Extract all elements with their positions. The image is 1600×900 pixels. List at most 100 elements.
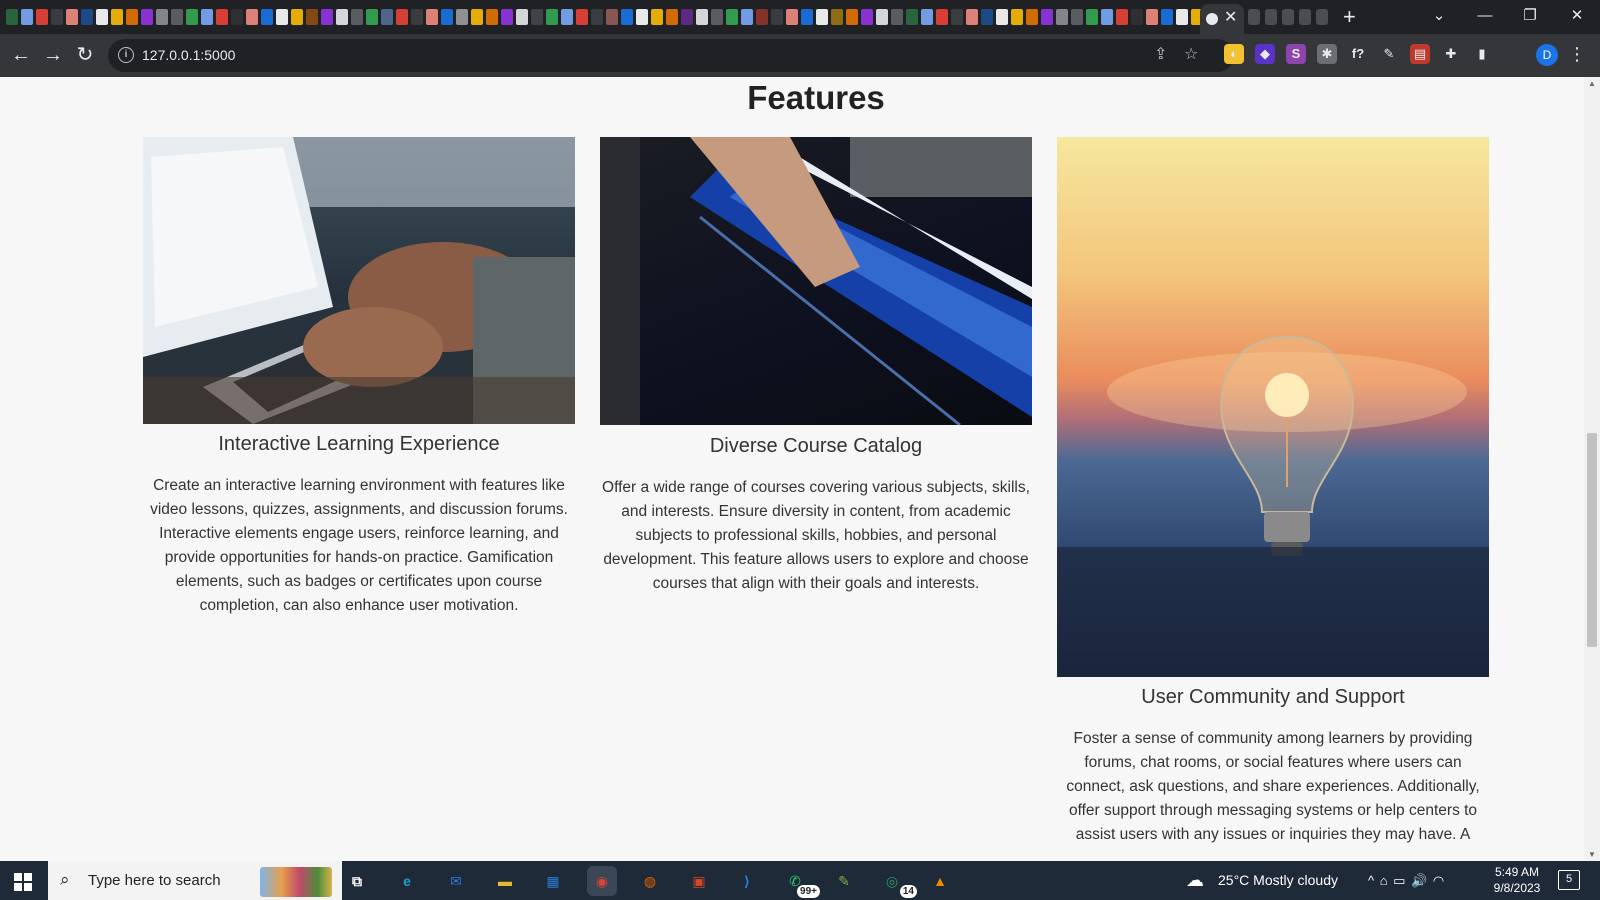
vscode-icon[interactable]: ⟩ xyxy=(732,866,762,896)
pinned-tab-favicon-icon[interactable] xyxy=(96,9,108,25)
share-icon[interactable]: ⇪ xyxy=(1154,45,1167,65)
scroll-down-icon[interactable]: ▼ xyxy=(1584,850,1600,859)
weather-text[interactable]: 25°C Mostly cloudy xyxy=(1218,861,1338,900)
pinned-tab-favicon-icon[interactable] xyxy=(651,9,663,25)
pinned-tab-favicon-icon[interactable] xyxy=(966,9,978,25)
pinned-tab-favicon-icon[interactable] xyxy=(591,9,603,25)
pinned-tab-favicon-icon[interactable] xyxy=(1161,9,1173,25)
note-ext-icon[interactable]: ▤ xyxy=(1410,44,1430,64)
pinned-tab-favicon-icon[interactable] xyxy=(51,9,63,25)
browser-menu-icon[interactable]: ⋮ xyxy=(1568,43,1586,65)
firefox-icon[interactable]: ◍ xyxy=(635,866,665,896)
pinned-tab-favicon-icon[interactable] xyxy=(231,9,243,25)
pinned-tab-favicon-icon[interactable] xyxy=(246,9,258,25)
pinned-tab-favicon-icon[interactable] xyxy=(1011,9,1023,25)
pinned-tab-favicon-icon[interactable] xyxy=(186,9,198,25)
pinned-tab-favicon-icon[interactable] xyxy=(861,9,873,25)
windows-start-icon[interactable] xyxy=(14,873,32,891)
pinned-tab-favicon-icon[interactable] xyxy=(786,9,798,25)
pinned-tab-favicon-icon[interactable] xyxy=(276,9,288,25)
pen-ext-icon[interactable]: ✎ xyxy=(1379,44,1399,64)
pinned-tabs[interactable] xyxy=(6,7,1228,27)
search-placeholder[interactable]: Type here to search xyxy=(88,872,221,889)
pinned-tab-favicon-icon[interactable] xyxy=(501,9,513,25)
pinned-tab-favicon-icon[interactable] xyxy=(636,9,648,25)
pinned-tab-favicon-icon[interactable] xyxy=(816,9,828,25)
pinned-tab-favicon-icon[interactable] xyxy=(1056,9,1068,25)
chrome-icon[interactable]: ◉ xyxy=(587,866,617,896)
whatsapp-icon[interactable]: ✆ 99+ xyxy=(780,866,820,898)
office-icon[interactable]: ▣ xyxy=(684,866,714,896)
edge-icon[interactable]: e xyxy=(392,866,422,896)
pinned-tab-favicon-icon[interactable] xyxy=(891,9,903,25)
pinned-tab-favicon-icon[interactable] xyxy=(36,9,48,25)
new-tab-button[interactable]: + xyxy=(1343,4,1356,30)
chrome-ext-icon[interactable]: ◐ xyxy=(1224,44,1244,64)
pinned-tab-favicon-icon[interactable] xyxy=(681,9,693,25)
notepad-icon[interactable]: ✎ xyxy=(829,866,859,896)
pinned-tab-favicon-icon[interactable] xyxy=(1086,9,1098,25)
pinned-tab-favicon-icon[interactable] xyxy=(981,9,993,25)
pinned-tab-favicon-icon[interactable] xyxy=(1176,9,1188,25)
address-bar[interactable]: i 127.0.0.1:5000 ⇪ ☆ xyxy=(108,39,1234,72)
pinned-tab-favicon-icon[interactable] xyxy=(711,9,723,25)
weather-icon[interactable]: ☁ xyxy=(1186,861,1208,900)
pinned-tab-favicon-icon[interactable] xyxy=(921,9,933,25)
pinned-tab-favicon-icon[interactable] xyxy=(396,9,408,25)
pinned-tab-favicon-icon[interactable] xyxy=(531,9,543,25)
sidepanel-ext-icon[interactable]: ▮ xyxy=(1472,44,1492,64)
forward-button[interactable]: → xyxy=(40,42,66,68)
pinned-tab-favicon-icon[interactable] xyxy=(21,9,33,25)
mail-icon[interactable]: ✉ xyxy=(441,866,471,896)
app-icon[interactable]: ◎ 14 xyxy=(877,866,917,898)
pinned-tab-favicon-icon[interactable] xyxy=(126,9,138,25)
pinned-tab-favicon-icon[interactable] xyxy=(111,9,123,25)
s-ext-icon[interactable]: S xyxy=(1286,44,1306,64)
pinned-tab-favicon-icon[interactable] xyxy=(471,9,483,25)
pinned-tab-favicon-icon[interactable] xyxy=(216,9,228,25)
pinned-tab-favicon-icon[interactable] xyxy=(846,9,858,25)
tab-close-icon[interactable]: ✕ xyxy=(1224,9,1237,27)
pinned-tab-favicon-icon[interactable] xyxy=(1041,9,1053,25)
pinned-tab-favicon-icon[interactable] xyxy=(261,9,273,25)
pinned-tab-favicon-icon[interactable] xyxy=(291,9,303,25)
pinned-tab-favicon-icon[interactable] xyxy=(156,9,168,25)
formula-ext-icon[interactable]: f? xyxy=(1348,44,1368,64)
back-button[interactable]: ← xyxy=(8,42,34,68)
pinned-tab-favicon-icon[interactable] xyxy=(381,9,393,25)
more-tabs[interactable] xyxy=(1248,9,1328,25)
notification-center-icon[interactable]: 5 xyxy=(1558,870,1580,890)
task-view-icon[interactable]: ⧉ xyxy=(342,866,372,896)
pinned-tab-favicon-icon[interactable] xyxy=(486,9,498,25)
pinned-tab-favicon-icon[interactable] xyxy=(201,9,213,25)
tab-search-button[interactable]: ⌄ xyxy=(1424,4,1454,28)
file-explorer-icon[interactable]: ▬ xyxy=(490,866,520,896)
close-window-button[interactable]: ✕ xyxy=(1562,4,1592,28)
pinned-tab-favicon-icon[interactable] xyxy=(6,9,18,25)
site-info-icon[interactable]: i xyxy=(118,47,134,63)
pinned-tab-favicon-icon[interactable] xyxy=(741,9,753,25)
pinned-tab-favicon-icon[interactable] xyxy=(906,9,918,25)
pinned-tab-favicon-icon[interactable] xyxy=(411,9,423,25)
pinned-tab-favicon-icon[interactable] xyxy=(1146,9,1158,25)
search-highlight-icon[interactable] xyxy=(260,867,332,897)
store-icon[interactable]: ▦ xyxy=(538,866,568,896)
taskbar-clock[interactable]: 5:49 AM 9/8/2023 xyxy=(1486,864,1548,896)
pinned-tab-favicon-icon[interactable] xyxy=(351,9,363,25)
pinned-tab-favicon-icon[interactable] xyxy=(1116,9,1128,25)
pinned-tab-favicon-icon[interactable] xyxy=(516,9,528,25)
restore-button[interactable]: ❐ xyxy=(1515,4,1545,28)
pinned-tab-favicon-icon[interactable] xyxy=(306,9,318,25)
pinned-tab-favicon-icon[interactable] xyxy=(951,9,963,25)
system-tray-icons[interactable]: ^ ⌂ ▭ 🔊 ◠ xyxy=(1368,861,1445,900)
pinned-tab-favicon-icon[interactable] xyxy=(801,9,813,25)
pinned-tab-favicon-icon[interactable] xyxy=(576,9,588,25)
pinned-tab-favicon-icon[interactable] xyxy=(696,9,708,25)
pinned-tab-favicon-icon[interactable] xyxy=(606,9,618,25)
pinned-tab-favicon-icon[interactable] xyxy=(81,9,93,25)
pinned-tab-favicon-icon[interactable] xyxy=(456,9,468,25)
page-scrollbar[interactable]: ▲ ▼ xyxy=(1584,77,1600,861)
pinned-tab-favicon-icon[interactable] xyxy=(171,9,183,25)
pinned-tab-favicon-icon[interactable] xyxy=(426,9,438,25)
pinned-tab-favicon-icon[interactable] xyxy=(771,9,783,25)
